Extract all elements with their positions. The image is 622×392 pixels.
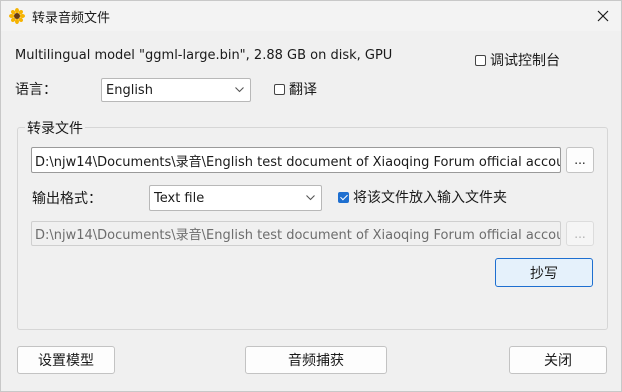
translate-checkbox[interactable]: 翻译 [274, 79, 317, 99]
debug-console-label: 调试控制台 [490, 53, 560, 69]
title-bar[interactable]: 转录音频文件 [1, 1, 621, 31]
chevron-down-icon [306, 195, 315, 201]
close-label: 关闭 [544, 353, 572, 369]
model-settings-label: 设置模型 [38, 353, 94, 369]
audio-capture-label: 音频捕获 [288, 353, 344, 369]
transcribe-dialog: 转录音频文件 Multilingual model "ggml-large.bi… [0, 0, 622, 392]
output-path-field[interactable]: D:\njw14\Documents\录音\English test docum… [31, 221, 561, 246]
browse-output-button[interactable]: ... [566, 221, 594, 246]
put-in-input-folder-checkbox[interactable]: 将该文件放入输入文件夹 [338, 187, 507, 207]
language-label: 语言： [15, 82, 57, 98]
sunflower-icon [9, 8, 25, 24]
close-button[interactable]: 关闭 [509, 346, 607, 374]
output-format-select[interactable]: Text file [149, 185, 322, 211]
model-settings-button[interactable]: 设置模型 [17, 346, 115, 374]
close-icon [597, 10, 609, 22]
transcribe-label: 抄写 [530, 265, 558, 282]
translate-label: 翻译 [289, 82, 317, 98]
window-title: 转录音频文件 [32, 11, 111, 26]
put-in-input-folder-label: 将该文件放入输入文件夹 [353, 190, 507, 206]
group-title: 转录文件 [25, 118, 85, 138]
chevron-down-icon [235, 87, 244, 93]
audio-capture-button[interactable]: 音频捕获 [245, 346, 387, 374]
input-path-field[interactable]: D:\njw14\Documents\录音\English test docum… [31, 147, 561, 173]
browse-output-label: ... [574, 226, 586, 241]
translate-checkbox-box[interactable] [274, 83, 285, 95]
put-in-input-folder-checkbox-box[interactable] [338, 191, 349, 203]
language-select[interactable]: English [101, 78, 251, 102]
debug-console-checkbox-box[interactable] [475, 54, 486, 66]
language-value: English [106, 82, 153, 98]
output-format-label: 输出格式： [32, 191, 102, 207]
browse-input-label: ... [574, 153, 586, 167]
output-format-value: Text file [154, 190, 205, 206]
debug-console-checkbox[interactable]: 调试控制台 [475, 50, 560, 70]
transcribe-button[interactable]: 抄写 [495, 258, 593, 287]
output-path-value: D:\njw14\Documents\录音\English test docum… [35, 228, 561, 243]
input-path-value: D:\njw14\Documents\录音\English test docum… [35, 154, 561, 170]
model-info-text: Multilingual model "ggml-large.bin", 2.8… [15, 48, 393, 63]
browse-input-button[interactable]: ... [566, 147, 594, 173]
window-close-button[interactable] [589, 3, 617, 29]
